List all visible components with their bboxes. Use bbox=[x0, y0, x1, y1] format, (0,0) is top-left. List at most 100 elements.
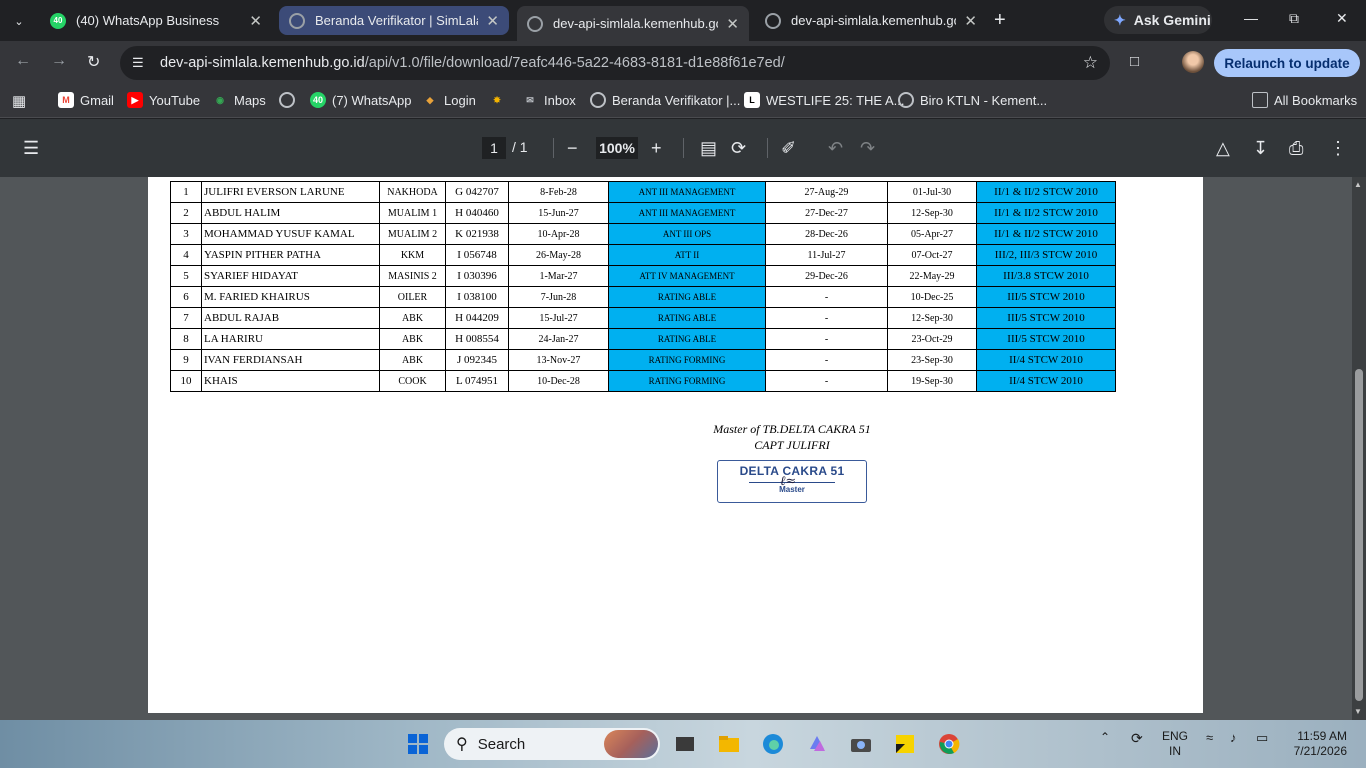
all-bookmarks[interactable]: All Bookmarks bbox=[1252, 92, 1357, 108]
zoom-out-icon[interactable]: − bbox=[567, 138, 578, 159]
bookmark-beranda[interactable]: Beranda Verifikator |... bbox=[590, 92, 740, 108]
windows-start-icon[interactable] bbox=[406, 732, 430, 756]
scroll-down-icon[interactable]: ▼ bbox=[1354, 707, 1362, 716]
rank-cell: ABK bbox=[379, 349, 446, 371]
download-icon[interactable]: ↧ bbox=[1253, 138, 1268, 159]
apps-grid-icon[interactable]: ▦ bbox=[12, 92, 26, 110]
signature-title: Master of TB.DELTA CAKRA 51 bbox=[713, 422, 871, 436]
page-number-input[interactable]: 1 bbox=[482, 137, 506, 159]
fit-page-icon[interactable]: ▤ bbox=[700, 138, 717, 159]
certificate-date-cell: - bbox=[765, 286, 888, 308]
endorsement-date-cell: 22-May-29 bbox=[887, 265, 977, 287]
stcw-regulation-cell: II/4 STCW 2010 bbox=[976, 349, 1116, 371]
camera-app-icon[interactable] bbox=[849, 732, 873, 756]
book-expiry-cell: 1-Mar-27 bbox=[508, 265, 609, 287]
address-bar[interactable]: ☰ dev-api-simlala.kemenhub.go.id/api/v1.… bbox=[120, 46, 1110, 80]
divider bbox=[767, 138, 768, 158]
close-tab-icon[interactable]: ✕ bbox=[486, 12, 499, 30]
copilot-icon[interactable] bbox=[805, 732, 829, 756]
language-indicator[interactable]: ENG IN bbox=[1162, 729, 1188, 759]
globe-icon bbox=[898, 92, 914, 108]
reload-icon[interactable]: ↻ bbox=[87, 52, 100, 72]
edge-browser-icon[interactable] bbox=[761, 732, 785, 756]
chrome-icon[interactable] bbox=[937, 732, 961, 756]
row-number-cell: 6 bbox=[170, 286, 202, 308]
bookmark-login[interactable]: ◆ Login bbox=[422, 92, 476, 108]
rank-cell: KKM bbox=[379, 244, 446, 266]
zoom-in-icon[interactable]: + bbox=[651, 138, 662, 159]
bookmark-gmail[interactable]: M Gmail bbox=[58, 92, 114, 108]
close-window-icon[interactable]: ✕ bbox=[1336, 10, 1348, 27]
more-options-icon[interactable]: ⋮ bbox=[1329, 138, 1347, 159]
tab-title: dev-api-simlala.kemenhub.go.id bbox=[791, 13, 957, 28]
save-to-drive-icon[interactable]: △ bbox=[1216, 138, 1230, 159]
close-tab-icon[interactable]: ✕ bbox=[249, 12, 262, 30]
print-icon[interactable]: ⎙ bbox=[1289, 138, 1303, 159]
file-explorer-icon[interactable] bbox=[717, 732, 741, 756]
annotate-pen-icon[interactable]: ✐ bbox=[781, 138, 796, 159]
bookmark-whatsapp[interactable]: 40 (7) WhatsApp bbox=[310, 92, 411, 108]
mail-icon: ✉ bbox=[526, 94, 534, 105]
zoom-level-input[interactable]: 100% bbox=[596, 137, 638, 159]
wifi-icon[interactable]: ≈ bbox=[1206, 730, 1213, 745]
endorsement-date-cell: 10-Dec-25 bbox=[887, 286, 977, 308]
windows-taskbar: ⚲ Search ⌃ ⟳ ENG IN ≈ ♪ ▭ 11:59 AM 7/21/… bbox=[0, 720, 1366, 768]
bookmark-maps[interactable]: ◉ Maps bbox=[212, 92, 266, 108]
menu-icon[interactable]: ☰ bbox=[23, 138, 39, 159]
site-info-icon[interactable]: ☰ bbox=[132, 55, 150, 71]
extensions-icon[interactable]: □ bbox=[1130, 53, 1139, 70]
crew-name-cell: JULIFRI EVERSON LARUNE bbox=[201, 181, 380, 203]
crew-name-cell: KHAIS bbox=[201, 370, 380, 392]
book-expiry-cell: 10-Dec-28 bbox=[508, 370, 609, 392]
bookmark-star-icon[interactable]: ☆ bbox=[1083, 53, 1098, 73]
tab-pdf-active[interactable]: dev-api-simlala.kemenhub.go.id ✕ bbox=[517, 6, 749, 41]
tab-search-chevron-icon[interactable]: ⌄ bbox=[6, 8, 32, 34]
restore-icon[interactable]: ⧉ bbox=[1289, 10, 1299, 27]
redo-icon[interactable]: ↷ bbox=[860, 138, 875, 159]
back-arrow-icon[interactable]: ← bbox=[15, 52, 31, 70]
tab-beranda-verifikator[interactable]: Beranda Verifikator | SimLala ✕ bbox=[279, 6, 509, 35]
certificate-cell: RATING ABLE bbox=[608, 286, 766, 308]
bookmark-biro-ktln[interactable]: Biro KTLN - Kement... bbox=[898, 92, 1047, 108]
scrollbar-thumb[interactable] bbox=[1355, 369, 1363, 701]
rotate-icon[interactable]: ⟳ bbox=[731, 138, 746, 159]
taskbar-search-box[interactable]: ⚲ Search bbox=[444, 728, 660, 760]
certificate-date-cell: 28-Dec-26 bbox=[765, 223, 888, 245]
scroll-up-icon[interactable]: ▲ bbox=[1354, 180, 1362, 189]
bookmark-pinwheel[interactable]: ✸ bbox=[489, 92, 511, 108]
stcw-regulation-cell: III/3.8 STCW 2010 bbox=[976, 265, 1116, 287]
undo-icon[interactable]: ↶ bbox=[828, 138, 843, 159]
book-expiry-cell: 7-Jun-28 bbox=[508, 286, 609, 308]
book-expiry-cell: 15-Jul-27 bbox=[508, 307, 609, 329]
update-sync-icon[interactable]: ⟳ bbox=[1131, 730, 1143, 747]
tab-whatsapp[interactable]: 40 (40) WhatsApp Business ✕ bbox=[40, 6, 272, 35]
tab-pdf-2[interactable]: dev-api-simlala.kemenhub.go.id ✕ bbox=[755, 6, 987, 35]
search-highlight-image bbox=[604, 730, 658, 758]
relaunch-to-update-button[interactable]: Relaunch to update bbox=[1214, 49, 1360, 77]
close-tab-icon[interactable]: ✕ bbox=[964, 12, 977, 30]
system-clock[interactable]: 11:59 AM 7/21/2026 bbox=[1283, 729, 1347, 759]
close-tab-icon[interactable]: ✕ bbox=[726, 15, 739, 33]
table-row: 7 ABDUL RAJAB ABK H 044209 15-Jul-27 RATING A… bbox=[170, 307, 1116, 329]
new-tab-icon[interactable]: + bbox=[994, 9, 1006, 32]
crew-name-cell: ABDUL HALIM bbox=[201, 202, 380, 224]
task-view-icon[interactable] bbox=[673, 732, 697, 756]
rank-cell: MUALIM 1 bbox=[379, 202, 446, 224]
ask-gemini-button[interactable]: ✦ Ask Gemini bbox=[1104, 6, 1212, 34]
bookmark-inbox[interactable]: ✉ Inbox bbox=[522, 92, 576, 108]
profile-avatar[interactable] bbox=[1182, 51, 1204, 73]
bookmark-westlife[interactable]: L WESTLIFE 25: THE A... bbox=[744, 92, 904, 108]
clock-time: 11:59 AM bbox=[1297, 729, 1347, 743]
minimize-icon[interactable]: — bbox=[1244, 10, 1258, 26]
certificate-cell: ANT III OPS bbox=[608, 223, 766, 245]
vertical-scrollbar[interactable]: ▲ ▼ bbox=[1352, 177, 1366, 720]
rank-cell: MASINIS 2 bbox=[379, 265, 446, 287]
forward-arrow-icon[interactable]: → bbox=[51, 52, 67, 70]
bookmark-globe[interactable] bbox=[279, 92, 301, 108]
battery-icon[interactable]: ▭ bbox=[1256, 730, 1268, 746]
bookmarks-bar: ▦ M Gmail ▶ YouTube ◉ Maps 40 (7) WhatsA… bbox=[0, 84, 1366, 118]
show-hidden-icons-chevron[interactable]: ⌃ bbox=[1100, 730, 1110, 744]
volume-icon[interactable]: ♪ bbox=[1230, 730, 1237, 745]
sticky-notes-icon[interactable] bbox=[893, 732, 917, 756]
bookmark-youtube[interactable]: ▶ YouTube bbox=[127, 92, 200, 108]
